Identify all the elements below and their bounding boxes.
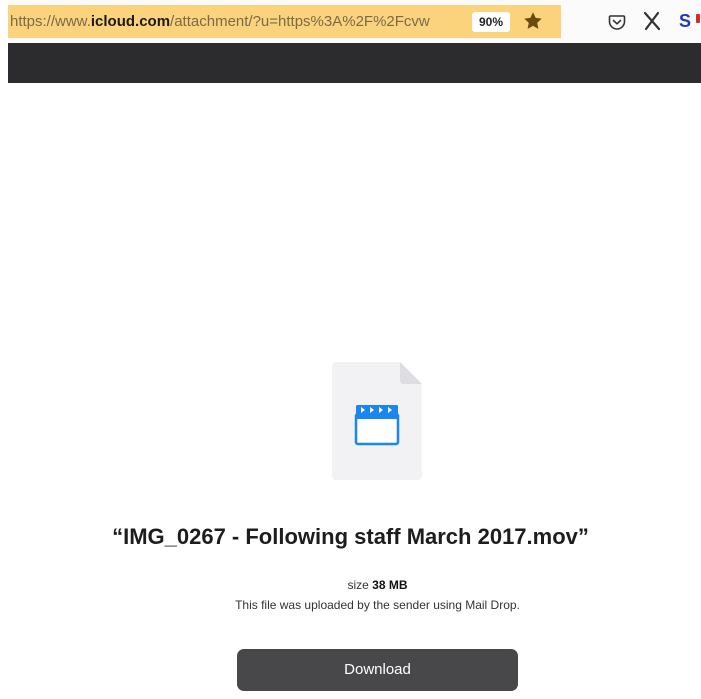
s-extension-icon[interactable]: S xyxy=(679,9,701,33)
s-extension-label: S xyxy=(679,11,692,31)
star-icon[interactable] xyxy=(522,10,544,32)
url-prefix: https://www. xyxy=(10,13,91,30)
page: https://www.icloud.com/attachment/?u=htt… xyxy=(0,0,701,699)
url-domain: icloud.com xyxy=(90,13,171,30)
download-button[interactable]: Download xyxy=(237,649,518,691)
file-size-label: size xyxy=(347,578,369,592)
url-bar[interactable]: https://www.icloud.com/attachment/?u=htt… xyxy=(8,5,561,38)
zoom-level-badge[interactable]: 90% xyxy=(472,12,510,32)
browser-toolbar: https://www.icloud.com/attachment/?u=htt… xyxy=(8,0,701,43)
mail-drop-note: This file was uploaded by the sender usi… xyxy=(235,598,520,612)
video-file-icon xyxy=(332,362,422,480)
file-size-value: 38 MB xyxy=(372,578,408,592)
file-size: size 38 MB xyxy=(0,577,701,593)
s-extension-badge xyxy=(696,14,700,23)
clapperboard-icon xyxy=(354,405,400,446)
pocket-icon[interactable] xyxy=(608,13,626,31)
icloud-header-bar xyxy=(8,43,701,83)
file-title: “IMG_0267 - Following staff March 2017.m… xyxy=(112,524,589,549)
url-fade xyxy=(438,5,470,38)
x-icon[interactable] xyxy=(641,10,663,32)
url-path: /attachment/?u=https%3A%2F%2Fcvw xyxy=(170,13,430,30)
url-text[interactable]: https://www.icloud.com/attachment/?u=htt… xyxy=(10,5,468,38)
